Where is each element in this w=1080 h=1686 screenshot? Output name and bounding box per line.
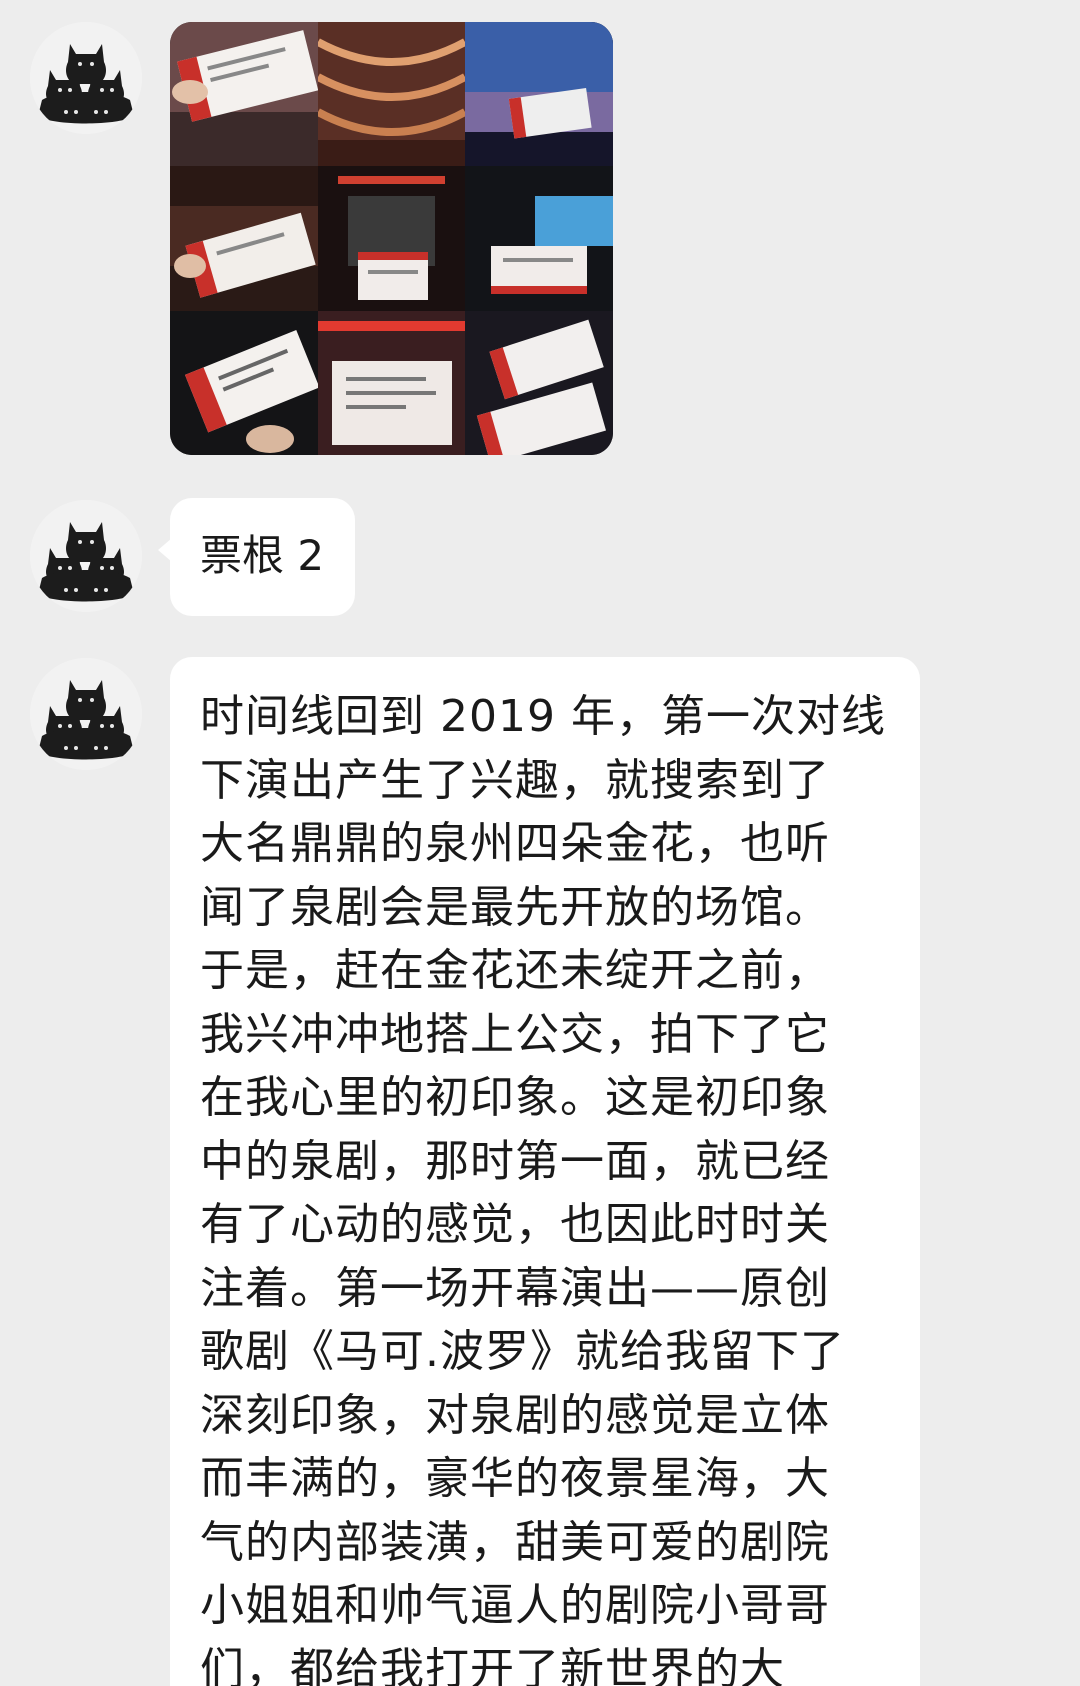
black-cats-avatar-icon: [30, 22, 142, 134]
message-line: 小姐姐和帅气逼人的剧院小哥哥: [200, 1580, 830, 1631]
message-bubble-long[interactable]: 时间线回到 2019 年，第一次对线 下演出产生了兴趣，就搜索到了 大名鼎鼎的泉…: [170, 657, 920, 1686]
ticket-stub-photo-collage[interactable]: [170, 22, 613, 455]
message-line: 中的泉剧，那时第一面，就已经: [200, 1135, 830, 1187]
message-line: 们，都给我打开了新世界的大: [200, 1643, 785, 1686]
black-cats-avatar-icon: [30, 658, 142, 770]
photo-tile-stage-curtain: [318, 166, 465, 311]
message-line: 歌剧《马可.波罗》就给我留下了: [200, 1326, 845, 1377]
photo-tile-dark-ticket: [170, 311, 318, 455]
message-line: 气的内部装潢，甜美可爱的剧院: [200, 1516, 830, 1568]
message-line: 大名鼎鼎的泉州四朵金花，也听: [200, 818, 830, 869]
message-line: 深刻印象，对泉剧的感觉是立体: [200, 1389, 830, 1441]
message-line: 注着。第一场开幕演出——原创: [200, 1262, 830, 1314]
message-line: 闻了泉剧会是最先开放的场馆。: [200, 881, 830, 933]
message-line: 于是，赶在金花还未绽开之前，: [200, 945, 830, 996]
photo-tile-marquee-ticket: [318, 311, 465, 455]
chat-conversation: 票根 2 时间线回到 2019 年，第一次对线 下演出产生了兴趣，就搜索到了 大…: [0, 0, 1080, 1686]
photo-tile-auditorium-wood: [170, 166, 318, 311]
message-bubble[interactable]: 票根 2: [158, 498, 355, 616]
message-line: 在我心里的初印象。这是初印象: [200, 1072, 830, 1123]
message-line: 而丰满的，豪华的夜景星海，大: [200, 1453, 830, 1504]
photo-tile-theater-balconies: [318, 22, 465, 166]
black-cats-avatar-icon: [30, 500, 142, 612]
sender-avatar[interactable]: [30, 500, 142, 612]
sender-avatar[interactable]: [30, 22, 142, 134]
photo-tile-ticket-hand: [170, 22, 318, 166]
photo-tile-two-tickets: [465, 311, 613, 455]
photo-tile-screen-ticket: [465, 166, 613, 311]
message-text: 票根 2: [200, 531, 325, 580]
sender-avatar[interactable]: [30, 658, 142, 770]
message-line: 有了心动的感觉，也因此时时关: [200, 1199, 830, 1250]
message-line: 下演出产生了兴趣，就搜索到了: [200, 754, 830, 806]
message-line: 时间线回到 2019 年，第一次对线: [200, 691, 886, 742]
photo-tile-stage-blue: [465, 22, 613, 166]
message-line: 我兴冲冲地搭上公交，拍下了它: [200, 1008, 830, 1060]
